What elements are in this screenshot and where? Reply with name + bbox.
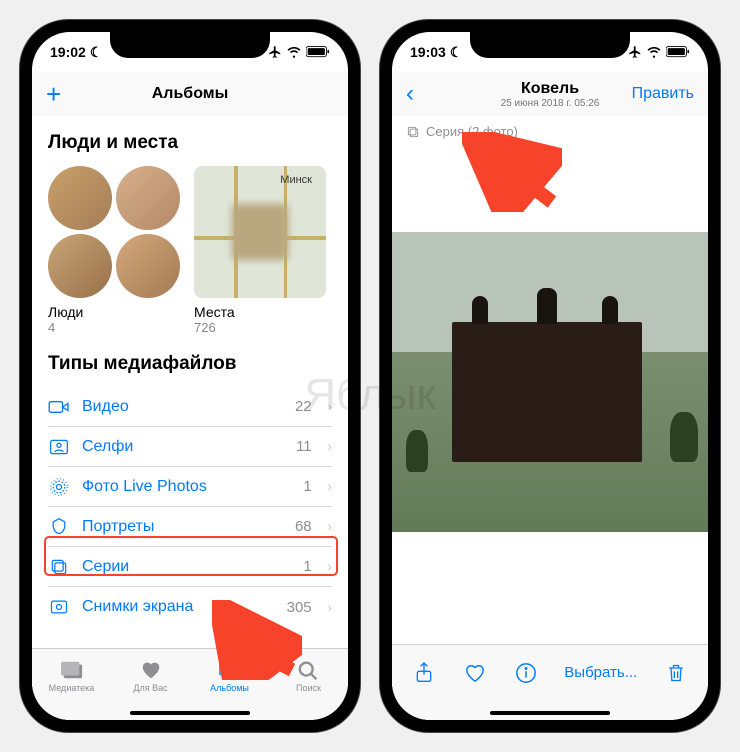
media-count: 1 [303,558,311,575]
media-label: Серии [82,558,291,576]
tab-label: Для Вас [133,683,167,693]
notch [470,32,630,58]
chevron-right-icon: › [328,439,332,454]
tab-label: Поиск [296,683,321,693]
select-button[interactable]: Выбрать... [564,664,637,681]
media-row-screenshot[interactable]: Снимки экрана 305 › [48,587,332,627]
media-label: Фото Live Photos [82,478,291,496]
bottom-toolbar: Выбрать... [392,644,708,720]
media-count: 22 [295,398,312,415]
nav-subtitle: 25 июня 2018 г. 05:26 [501,98,600,109]
phone-left: 19:02 ☾ + Альбомы Люди и места [20,20,360,732]
media-label: Селфи [82,438,284,456]
tab-search[interactable]: Поиск [269,649,348,702]
places-album[interactable]: Минск Места 726 [194,166,326,335]
favorite-button[interactable] [463,661,487,685]
nav-title: Альбомы [152,85,229,103]
media-row-video[interactable]: Видео 22 › [48,387,332,427]
tab-albums[interactable]: Альбомы [190,649,269,702]
face-icon [116,166,180,230]
battery-icon [666,46,690,58]
library-icon [59,659,85,681]
media-label: Портреты [82,518,283,536]
tab-bar: Медиатека Для Вас Альбомы Поиск [32,648,348,720]
scroll-area[interactable]: Люди и места Люди 4 [32,116,348,648]
chevron-right-icon: › [328,600,332,615]
media-row-selfie[interactable]: Селфи 11 › [48,427,332,467]
map-city-label: Минск [280,174,312,186]
section-media-title: Типы медиафайлов [48,353,332,375]
people-count: 4 [48,320,180,335]
face-icon [48,166,112,230]
burst-label: Серия (2 фото) [392,116,708,147]
notch [110,32,270,58]
media-count: 305 [287,599,312,616]
video-icon [48,396,70,418]
tab-foryou[interactable]: Для Вас [111,649,190,702]
tab-library[interactable]: Медиатека [32,649,111,702]
chevron-right-icon: › [328,559,332,574]
wifi-icon [646,45,662,59]
burst-icon [48,556,70,578]
add-button[interactable]: + [46,79,61,110]
media-row-live[interactable]: Фото Live Photos 1 › [48,467,332,507]
burst-icon [406,125,420,139]
media-label: Видео [82,398,283,416]
moon-icon: ☾ [450,44,463,61]
delete-button[interactable] [664,661,688,685]
media-row-portrait[interactable]: Портреты 68 › [48,507,332,547]
search-icon [296,659,322,681]
face-icon [48,234,112,298]
people-album[interactable]: Люди 4 [48,166,180,335]
nav-bar: ‹ Ковель 25 июня 2018 г. 05:26 Править [392,72,708,116]
info-button[interactable] [514,661,538,685]
chevron-right-icon: › [328,479,332,494]
selfie-icon [48,436,70,458]
face-icon [116,234,180,298]
people-label: Люди [48,304,180,320]
screenshot-icon [48,596,70,618]
media-label: Снимки экрана [82,598,275,616]
media-count: 1 [303,478,311,495]
phone-right: 19:03 ☾ ‹ Ковель 25 июня 2018 г. 05:26 П… [380,20,720,732]
home-indicator [130,711,250,715]
nav-bar: + Альбомы [32,72,348,116]
nav-title: Ковель 25 июня 2018 г. 05:26 [501,80,600,109]
section-people-title: Люди и места [48,132,332,154]
photo-content [452,322,642,462]
portrait-icon [48,516,70,538]
places-label: Места [194,304,326,320]
places-count: 726 [194,320,326,335]
chevron-right-icon: › [328,519,332,534]
media-row-burst[interactable]: Серии 1 › [48,547,332,587]
moon-icon: ☾ [90,44,103,61]
wifi-icon [286,45,302,59]
share-button[interactable] [412,661,436,685]
back-button[interactable]: ‹ [406,80,414,108]
edit-button[interactable]: Править [632,85,694,103]
chevron-right-icon: › [328,399,332,414]
status-time: 19:03 [410,44,446,60]
tab-label: Медиатека [49,683,95,693]
status-time: 19:02 [50,44,86,60]
media-count: 11 [296,438,312,455]
albums-icon [217,659,243,681]
photo-viewer[interactable] [392,232,708,532]
foryou-icon [138,659,164,681]
home-indicator [490,711,610,715]
airplane-icon [268,45,282,59]
media-count: 68 [295,518,312,535]
tab-label: Альбомы [210,683,249,693]
battery-icon [306,46,330,58]
live-photos-icon [48,476,70,498]
airplane-icon [628,45,642,59]
